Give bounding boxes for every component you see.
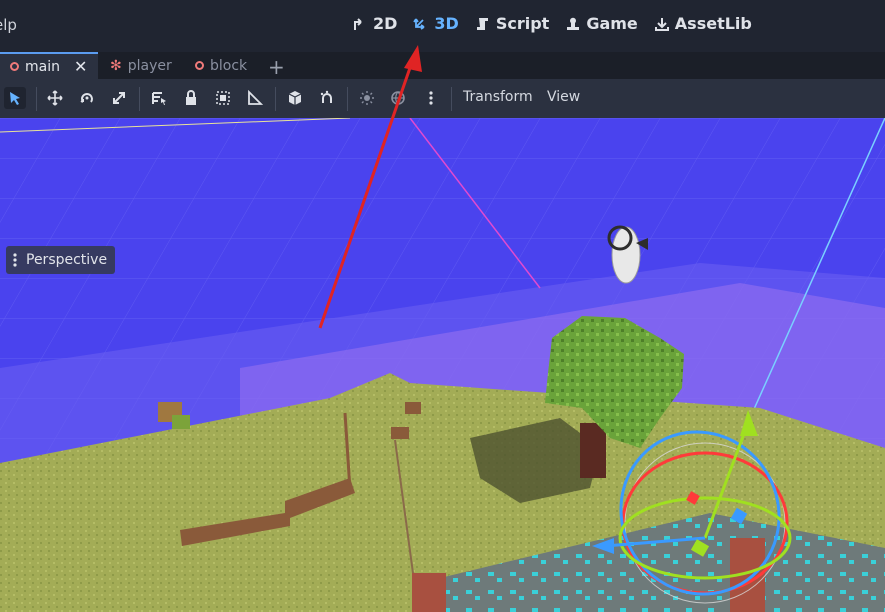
close-icon[interactable]: ✕ — [74, 57, 87, 76]
tab-main[interactable]: main ✕ — [0, 52, 98, 79]
3d-icon — [413, 18, 425, 30]
perspective-menu-button[interactable]: Perspective — [6, 246, 116, 274]
environment-preview-button[interactable] — [387, 87, 409, 109]
assetlib-icon — [654, 17, 669, 31]
mode-2d-button[interactable]: 2D — [352, 14, 397, 33]
list-select-icon — [152, 92, 166, 105]
tab-main-label: main — [25, 58, 60, 75]
toolbar-separator — [347, 87, 348, 111]
3d-viewport[interactable]: Perspective — [0, 118, 885, 612]
perspective-label: Perspective — [26, 252, 108, 268]
sun-preview-button[interactable] — [356, 87, 378, 109]
list-select-button[interactable] — [148, 87, 170, 109]
toolbar-separator — [36, 87, 37, 111]
lock-icon — [186, 90, 196, 105]
brick-block — [412, 573, 446, 612]
help-menu[interactable]: elp — [0, 16, 17, 34]
more-options-button[interactable] — [420, 87, 442, 109]
mode-assetlib-label: AssetLib — [674, 14, 752, 33]
toolbar-separator — [451, 87, 452, 111]
local-space-button[interactable] — [284, 87, 306, 109]
viewport-scene — [0, 118, 885, 612]
mode-game-button[interactable]: Game — [565, 14, 638, 33]
main-screen-switcher: 2D 3D Script Game AssetLib — [352, 14, 752, 33]
lock-button[interactable] — [180, 87, 202, 109]
sun-icon — [360, 91, 374, 105]
editor-top-bar: elp 2D 3D Script Game AssetLib — [0, 0, 885, 52]
group-button[interactable] — [212, 87, 234, 109]
globe-icon — [391, 91, 405, 105]
toolbar-separator — [275, 87, 276, 111]
tab-block-label: block — [210, 57, 248, 74]
add-tab-icon[interactable]: + — [268, 55, 285, 79]
view-menu[interactable]: View — [547, 89, 580, 105]
cube-icon — [288, 91, 302, 105]
mode-2d-label: 2D — [373, 14, 398, 33]
mode-3d-label: 3D — [434, 14, 459, 33]
mode-game-label: Game — [586, 14, 638, 33]
game-icon — [567, 17, 580, 30]
move-mode-button[interactable] — [44, 87, 66, 109]
ruler-icon — [248, 90, 263, 105]
toolbar-separator — [139, 87, 140, 111]
scale-mode-button[interactable] — [108, 87, 130, 109]
vertical-dots-icon — [13, 253, 17, 267]
mode-assetlib-button[interactable]: AssetLib — [654, 14, 752, 33]
move-icon — [47, 90, 63, 106]
tree-trunk — [580, 423, 606, 478]
node3d-icon — [10, 62, 19, 71]
character-body-icon: ✻ — [110, 57, 122, 74]
script-icon — [476, 17, 488, 30]
rotate-mode-button[interactable] — [76, 87, 98, 109]
group-icon — [216, 91, 230, 105]
vertical-dots-icon — [429, 91, 433, 105]
tab-player-label: player — [127, 57, 172, 74]
snap-magnet-icon — [320, 90, 332, 103]
mode-3d-button[interactable]: 3D — [413, 14, 459, 33]
mode-script-label: Script — [495, 14, 550, 33]
snap-button[interactable] — [316, 87, 338, 109]
tab-player[interactable]: ✻ player — [110, 52, 172, 79]
tab-block[interactable]: block — [195, 52, 247, 79]
player-capsule — [611, 226, 641, 284]
2d-icon — [354, 17, 362, 30]
scene-tab-bar: main ✕ ✻ player block — [0, 52, 885, 79]
rotate-icon — [80, 93, 93, 103]
spatial-editor-toolbar: Transform View — [0, 79, 885, 119]
select-arrow-icon — [10, 92, 20, 105]
ruler-button[interactable] — [244, 87, 266, 109]
mode-script-button[interactable]: Script — [475, 14, 549, 33]
select-mode-button[interactable] — [4, 87, 26, 109]
node3d-icon — [195, 61, 204, 70]
transform-menu[interactable]: Transform — [463, 89, 533, 105]
scale-icon — [113, 92, 125, 104]
